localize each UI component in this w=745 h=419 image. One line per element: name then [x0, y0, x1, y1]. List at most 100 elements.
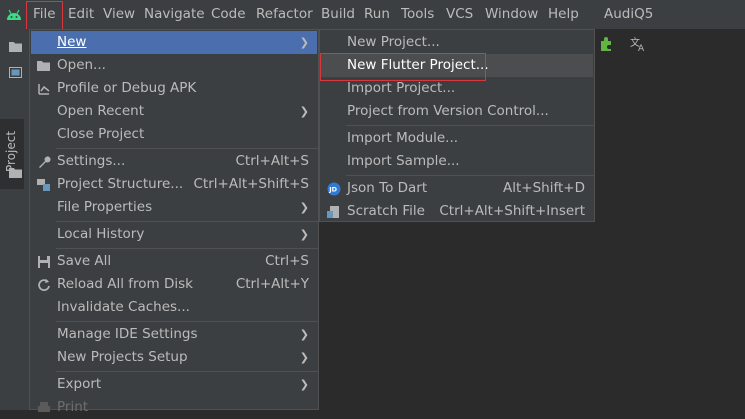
svg-text:A: A [638, 44, 645, 52]
menu-window[interactable]: Window [485, 0, 538, 29]
menu-item-save-all[interactable]: Save All Ctrl+S [31, 250, 317, 273]
menu-item-export-label: Export [57, 376, 102, 392]
menu-item-invalidate-caches-label: Invalidate Caches... [57, 299, 190, 315]
menu-item-open-recent[interactable]: Open Recent ❯ [31, 100, 317, 123]
menu-item-project-from-vcs[interactable]: Project from Version Control... [321, 100, 593, 123]
file-menu-dropdown: New ❯ Open... Profile or Debug APK Open … [29, 29, 319, 415]
menu-item-open-recent-label: Open Recent [57, 103, 145, 119]
menu-item-close-project-label: Close Project [57, 126, 145, 142]
menu-build-label: Build [321, 6, 355, 22]
menu-run[interactable]: Run [364, 0, 390, 29]
menu-item-import-sample[interactable]: Import Sample... [321, 150, 593, 173]
plugin-icon[interactable] [598, 36, 614, 52]
menu-navigate-label: Navigate [144, 6, 205, 22]
menu-item-settings-shortcut: Ctrl+Alt+S [235, 153, 310, 169]
menu-code[interactable]: Code [211, 0, 246, 29]
menu-item-settings[interactable]: Settings... Ctrl+Alt+S [31, 150, 317, 173]
menu-separator [56, 221, 318, 222]
menu-help-label: Help [548, 6, 579, 22]
file-menu-highlight-box [26, 1, 63, 31]
project-title: AudiQ5 [604, 6, 654, 22]
menu-item-project-structure-label: Project Structure... [57, 176, 184, 192]
project-folder-icon [9, 168, 22, 178]
menu-run-label: Run [364, 6, 390, 22]
print-icon [38, 402, 50, 412]
menu-refactor-label: Refactor [256, 6, 313, 22]
wrench-icon [39, 156, 51, 168]
menu-edit-label: Edit [68, 6, 95, 22]
menu-item-local-history-label: Local History [57, 226, 145, 242]
menu-vcs[interactable]: VCS [446, 0, 473, 29]
menu-view[interactable]: View [103, 0, 135, 29]
menu-item-import-module-label: Import Module... [347, 130, 459, 146]
menu-view-label: View [103, 6, 136, 22]
menu-item-invalidate-caches[interactable]: Invalidate Caches... [31, 296, 317, 319]
menu-build[interactable]: Build [321, 0, 355, 29]
folder-icon[interactable] [9, 41, 22, 52]
menu-item-manage-ide-settings-label: Manage IDE Settings [57, 326, 198, 342]
menu-item-new[interactable]: New ❯ [31, 31, 317, 54]
menu-item-project-structure-shortcut: Ctrl+Alt+Shift+S [193, 176, 310, 192]
menu-item-reload-all[interactable]: Reload All from Disk Ctrl+Alt+Y [31, 273, 317, 296]
menu-navigate[interactable]: Navigate [144, 0, 205, 29]
menu-bar: File Edit View Navigate Code Refactor Bu… [0, 0, 745, 31]
menu-item-scratch-file-shortcut: Ctrl+Alt+Shift+Insert [439, 203, 585, 219]
menu-item-profile-debug-apk-label: Profile or Debug APK [57, 80, 197, 96]
menu-item-file-properties-label: File Properties [57, 199, 153, 215]
menu-item-json-to-dart[interactable]: JD Json To Dart Alt+Shift+D [321, 177, 593, 200]
menu-item-json-to-dart-label: Json To Dart [347, 180, 428, 196]
menu-item-print-label: Print [57, 399, 89, 415]
menu-item-profile-debug-apk[interactable]: Profile or Debug APK [31, 77, 317, 100]
menu-item-manage-ide-settings[interactable]: Manage IDE Settings ❯ [31, 323, 317, 346]
project-structure-icon [37, 179, 50, 191]
translate-icon[interactable]: 文 A [630, 36, 646, 52]
submenu-arrow-icon: ❯ [299, 228, 309, 241]
menu-help[interactable]: Help [548, 0, 579, 29]
menu-item-import-sample-label: Import Sample... [347, 153, 460, 169]
menu-item-reload-all-label: Reload All from Disk [57, 276, 193, 292]
menu-separator [56, 248, 318, 249]
scratch-file-icon [327, 206, 339, 218]
menu-item-new-project[interactable]: New Project... [321, 31, 593, 54]
menu-item-open[interactable]: Open... [31, 54, 317, 77]
submenu-arrow-icon: ❯ [299, 36, 309, 49]
menu-item-scratch-file[interactable]: Scratch File Ctrl+Alt+Shift+Insert [321, 200, 593, 223]
menu-item-reload-all-shortcut: Ctrl+Alt+Y [235, 276, 309, 292]
menu-edit[interactable]: Edit [68, 0, 94, 29]
menu-item-settings-label: Settings... [57, 153, 126, 169]
menu-tools-label: Tools [401, 6, 435, 22]
menu-item-local-history[interactable]: Local History ❯ [31, 223, 317, 246]
menu-separator [346, 175, 594, 176]
menu-tools[interactable]: Tools [401, 0, 434, 29]
new-flutter-project-highlight-box [320, 53, 486, 81]
submenu-arrow-icon: ❯ [299, 378, 309, 391]
menu-item-project-from-vcs-label: Project from Version Control... [347, 103, 549, 119]
menu-item-scratch-file-label: Scratch File [347, 203, 425, 219]
submenu-arrow-icon: ❯ [299, 328, 309, 341]
menu-vcs-label: VCS [446, 6, 474, 22]
menu-item-close-project[interactable]: Close Project [31, 123, 317, 146]
menu-separator [346, 125, 594, 126]
menu-item-new-projects-setup[interactable]: New Projects Setup ❯ [31, 346, 317, 369]
tool-window-strip: Project [0, 29, 29, 410]
menu-item-new-label: New [57, 34, 87, 50]
submenu-arrow-icon: ❯ [299, 105, 309, 118]
submenu-arrow-icon: ❯ [299, 201, 309, 214]
reload-icon [38, 279, 50, 291]
menu-item-project-structure[interactable]: Project Structure... Ctrl+Alt+Shift+S [31, 173, 317, 196]
menu-item-new-project-label: New Project... [347, 34, 440, 50]
menu-item-open-label: Open... [57, 57, 106, 73]
folder-open-icon [37, 61, 50, 71]
submenu-arrow-icon: ❯ [299, 351, 309, 364]
menu-item-import-module[interactable]: Import Module... [321, 127, 593, 150]
menu-item-json-to-dart-shortcut: Alt+Shift+D [503, 180, 585, 196]
menu-separator [56, 321, 318, 322]
menu-item-save-all-shortcut: Ctrl+S [265, 253, 309, 269]
menu-item-new-projects-setup-label: New Projects Setup [57, 349, 188, 365]
menu-window-label: Window [485, 6, 539, 22]
structure-icon[interactable] [9, 67, 22, 78]
menu-item-file-properties[interactable]: File Properties ❯ [31, 196, 317, 219]
menu-item-export[interactable]: Export ❯ [31, 373, 317, 396]
json-to-dart-icon: JD [327, 182, 341, 196]
menu-refactor[interactable]: Refactor [256, 0, 313, 29]
